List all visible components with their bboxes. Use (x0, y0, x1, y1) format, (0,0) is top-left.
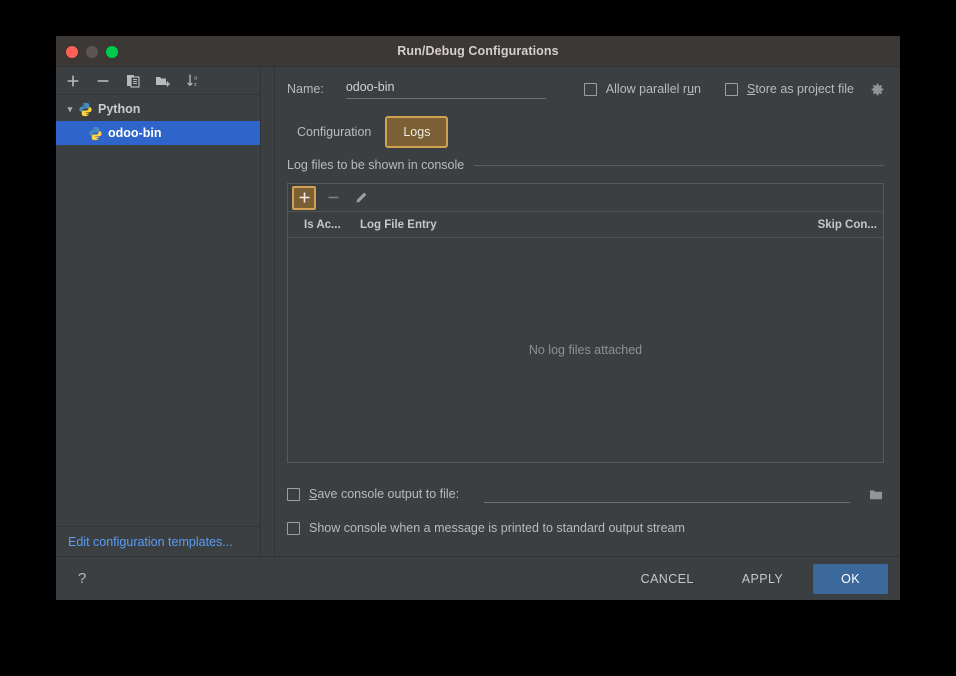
name-input[interactable]: odoo-bin (345, 80, 546, 99)
tree-item-label: odoo-bin (108, 126, 162, 140)
save-console-output-label: Save console output to file: (309, 487, 460, 501)
name-label: Name: (287, 82, 324, 96)
folder-add-icon (156, 76, 170, 86)
configurations-tree: ▾ Python odoo-bin (56, 95, 260, 526)
python-icon (89, 126, 102, 140)
svg-text:a: a (194, 75, 198, 81)
checkbox-box[interactable] (724, 82, 738, 96)
window-titlebar: Run/Debug Configurations (56, 36, 900, 67)
name-row: Name: odoo-bin Allow parallel run Store … (287, 67, 884, 111)
save-configuration-button[interactable] (154, 72, 172, 90)
svg-text:z: z (194, 82, 197, 88)
apply-button[interactable]: APPLY (724, 565, 801, 593)
save-console-output-row: Save console output to file: (287, 477, 884, 511)
content-gutter (261, 67, 275, 556)
gear-icon[interactable] (871, 83, 884, 96)
help-button[interactable]: ? (78, 570, 86, 587)
copy-configuration-button[interactable] (124, 72, 142, 90)
save-console-output-checkbox[interactable] (287, 487, 300, 501)
column-header-skip-content[interactable]: Skip Con... (791, 219, 877, 231)
store-as-project-file-label: Store as project file (746, 82, 854, 96)
log-files-table-header: Is Ac... Log File Entry Skip Con... (288, 212, 883, 238)
log-files-table-body: No log files attached (288, 238, 883, 462)
log-files-group-header: Log files to be shown in console (287, 153, 884, 177)
dialog-footer: ? CANCEL APPLY OK (56, 556, 900, 600)
column-header-is-active[interactable]: Is Ac... (294, 219, 360, 231)
sidebar-footer: Edit configuration templates... (56, 526, 260, 556)
edit-log-file-button[interactable] (350, 187, 372, 209)
show-console-checkbox[interactable] (287, 521, 300, 535)
run-debug-configurations-window: Run/Debug Configurations a z ▾ Python od… (56, 36, 900, 600)
tree-group-label: Python (98, 102, 141, 116)
configuration-detail-panel: Name: odoo-bin Allow parallel run Store … (275, 67, 900, 556)
log-files-toolbar (288, 184, 883, 212)
configurations-sidebar: a z ▾ Python odoo-bin Edit configuration… (56, 67, 261, 556)
tree-group-python[interactable]: ▾ Python (56, 97, 260, 121)
store-as-project-file-checkbox[interactable]: Store as project file (724, 82, 884, 96)
minus-icon (97, 79, 109, 82)
remove-log-file-button[interactable] (322, 187, 344, 209)
python-icon (79, 102, 92, 116)
add-configuration-button[interactable] (64, 72, 82, 90)
edit-configuration-templates-link[interactable]: Edit configuration templates... (68, 535, 233, 549)
detail-tabs: Configuration Logs (287, 111, 884, 153)
add-log-file-button[interactable] (292, 185, 316, 210)
footer-buttons: CANCEL APPLY OK (623, 563, 888, 594)
checkbox-box[interactable] (583, 82, 597, 96)
sort-az-icon: a z (186, 74, 198, 88)
chevron-down-icon[interactable]: ▾ (64, 104, 76, 115)
column-header-log-file-entry[interactable]: Log File Entry (360, 219, 791, 231)
copy-icon (127, 74, 140, 88)
allow-parallel-run-label: Allow parallel run (605, 82, 701, 96)
cancel-button[interactable]: CANCEL (623, 565, 712, 593)
log-files-group-title: Log files to be shown in console (287, 158, 465, 172)
log-files-table: Is Ac... Log File Entry Skip Con... No l… (287, 183, 884, 463)
tab-logs[interactable]: Logs (385, 116, 449, 148)
show-console-row: Show console when a message is printed t… (287, 511, 884, 545)
ok-button[interactable]: OK (813, 563, 888, 594)
show-console-label: Show console when a message is printed t… (309, 521, 685, 535)
plus-icon (298, 192, 310, 203)
sidebar-toolbar: a z (56, 67, 260, 95)
empty-state-text: No log files attached (528, 343, 643, 357)
save-console-output-input[interactable] (484, 485, 850, 503)
sort-configurations-button[interactable]: a z (184, 72, 202, 90)
window-title: Run/Debug Configurations (397, 44, 559, 58)
tree-item-odoo-bin[interactable]: odoo-bin (56, 121, 260, 145)
pencil-icon (356, 192, 367, 203)
group-divider (474, 164, 884, 166)
allow-parallel-run-checkbox[interactable]: Allow parallel run (583, 82, 701, 96)
folder-icon[interactable] (869, 488, 884, 501)
minus-icon (327, 196, 339, 199)
plus-icon (67, 75, 79, 86)
tab-configuration[interactable]: Configuration (287, 120, 381, 144)
remove-configuration-button[interactable] (94, 72, 112, 90)
